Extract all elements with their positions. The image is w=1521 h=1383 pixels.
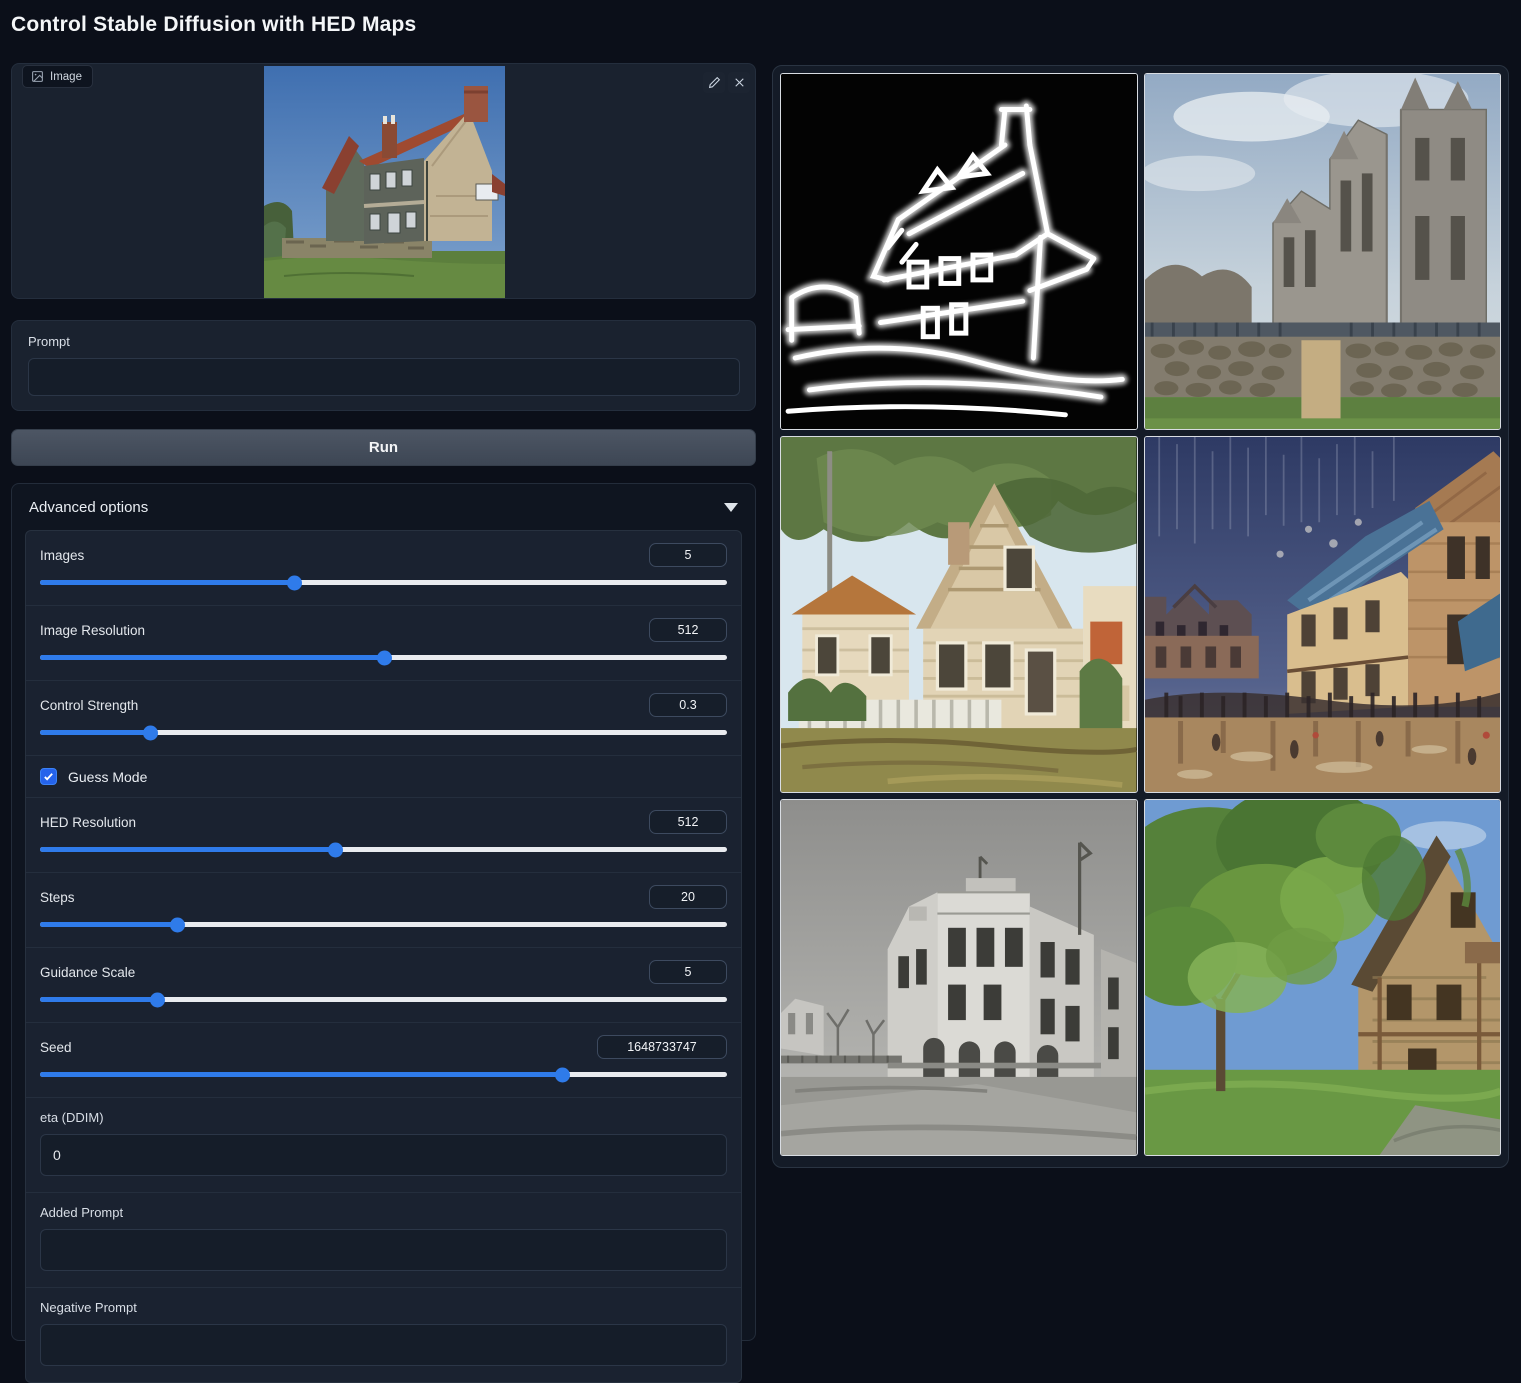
seed-row: Seed bbox=[26, 1022, 741, 1097]
advanced-options-header[interactable]: Advanced options bbox=[12, 484, 755, 530]
guess-mode-label: Guess Mode bbox=[68, 769, 147, 785]
guess-mode-checkbox[interactable] bbox=[40, 768, 57, 785]
image-resolution-label: Image Resolution bbox=[40, 623, 145, 638]
steps-label: Steps bbox=[40, 890, 75, 905]
gallery-item-hed-edge-map[interactable] bbox=[780, 73, 1138, 430]
hed-resolution-value-input[interactable] bbox=[649, 810, 727, 834]
negative-prompt-input[interactable] bbox=[40, 1324, 727, 1366]
hed-edge-map-image bbox=[781, 74, 1137, 429]
image-input-label: Image bbox=[22, 65, 93, 88]
clear-image-button[interactable] bbox=[728, 72, 750, 93]
pencil-icon bbox=[708, 76, 721, 89]
prompt-input[interactable] bbox=[28, 358, 740, 396]
steps-slider[interactable] bbox=[40, 922, 727, 927]
control-strength-row: Control Strength bbox=[26, 680, 741, 755]
rainy-impressionist-image bbox=[1145, 437, 1501, 792]
image-input-label-text: Image bbox=[50, 71, 82, 83]
gallery-item-stone-house[interactable] bbox=[1144, 799, 1502, 1156]
edit-image-button[interactable] bbox=[703, 72, 725, 93]
steps-slider-handle[interactable] bbox=[170, 917, 185, 932]
negative-prompt-label: Negative Prompt bbox=[40, 1300, 727, 1315]
advanced-options-accordion: Advanced options Images Image Resolution bbox=[11, 483, 756, 1341]
steps-row: Steps bbox=[26, 872, 741, 947]
guidance-scale-slider-handle[interactable] bbox=[150, 992, 165, 1007]
guidance-scale-value-input[interactable] bbox=[649, 960, 727, 984]
negative-prompt-row: Negative Prompt bbox=[26, 1287, 741, 1382]
added-prompt-row: Added Prompt bbox=[26, 1192, 741, 1287]
added-prompt-input[interactable] bbox=[40, 1229, 727, 1271]
hed-resolution-row: HED Resolution bbox=[26, 797, 741, 872]
control-strength-slider[interactable] bbox=[40, 730, 727, 735]
uploaded-house-photo bbox=[264, 66, 505, 298]
gallery-item-rainy-impressionist[interactable] bbox=[1144, 436, 1502, 793]
run-button[interactable]: Run bbox=[11, 429, 756, 466]
images-label: Images bbox=[40, 548, 84, 563]
seed-label: Seed bbox=[40, 1040, 72, 1055]
check-icon bbox=[43, 771, 54, 782]
gallery-item-bw-building[interactable] bbox=[780, 799, 1138, 1156]
prompt-label: Prompt bbox=[28, 334, 70, 349]
stone-house-image bbox=[1145, 800, 1501, 1155]
images-row: Images bbox=[26, 531, 741, 605]
guess-mode-row: Guess Mode bbox=[26, 755, 741, 797]
gothic-cathedral-image bbox=[1145, 74, 1501, 429]
seed-value-input[interactable] bbox=[597, 1035, 727, 1059]
guidance-scale-slider[interactable] bbox=[40, 997, 727, 1002]
seed-slider-handle[interactable] bbox=[555, 1067, 570, 1082]
eta-row: eta (DDIM) bbox=[26, 1097, 741, 1192]
triangle-down-icon bbox=[724, 503, 738, 512]
image-resolution-value-input[interactable] bbox=[649, 618, 727, 642]
image-icon bbox=[31, 70, 44, 83]
control-strength-value-input[interactable] bbox=[649, 693, 727, 717]
control-strength-slider-handle[interactable] bbox=[143, 725, 158, 740]
advanced-options-body: Images Image Resolution Control Strength bbox=[25, 530, 742, 1383]
eta-input[interactable] bbox=[40, 1134, 727, 1176]
images-slider[interactable] bbox=[40, 580, 727, 585]
seed-slider[interactable] bbox=[40, 1072, 727, 1077]
wooden-house-painting-image bbox=[781, 437, 1137, 792]
gallery-item-gothic-cathedral[interactable] bbox=[1144, 73, 1502, 430]
gallery-item-wooden-house-painting[interactable] bbox=[780, 436, 1138, 793]
steps-value-input[interactable] bbox=[649, 885, 727, 909]
hed-resolution-slider-handle[interactable] bbox=[328, 842, 343, 857]
control-strength-label: Control Strength bbox=[40, 698, 138, 713]
advanced-options-title: Advanced options bbox=[29, 499, 148, 516]
page-title: Control Stable Diffusion with HED Maps bbox=[11, 13, 416, 37]
image-input-component[interactable]: Image bbox=[11, 63, 756, 299]
image-resolution-slider[interactable] bbox=[40, 655, 727, 660]
image-resolution-slider-handle[interactable] bbox=[377, 650, 392, 665]
guidance-scale-row: Guidance Scale bbox=[26, 947, 741, 1022]
close-icon bbox=[733, 76, 746, 89]
hed-resolution-label: HED Resolution bbox=[40, 815, 136, 830]
images-value-input[interactable] bbox=[649, 543, 727, 567]
prompt-block: Prompt bbox=[11, 320, 756, 411]
output-gallery bbox=[772, 65, 1509, 1168]
added-prompt-label: Added Prompt bbox=[40, 1205, 727, 1220]
image-resolution-row: Image Resolution bbox=[26, 605, 741, 680]
hed-resolution-slider[interactable] bbox=[40, 847, 727, 852]
eta-label: eta (DDIM) bbox=[40, 1110, 727, 1125]
images-slider-handle[interactable] bbox=[287, 575, 302, 590]
guidance-scale-label: Guidance Scale bbox=[40, 965, 135, 980]
bw-building-image bbox=[781, 800, 1137, 1155]
